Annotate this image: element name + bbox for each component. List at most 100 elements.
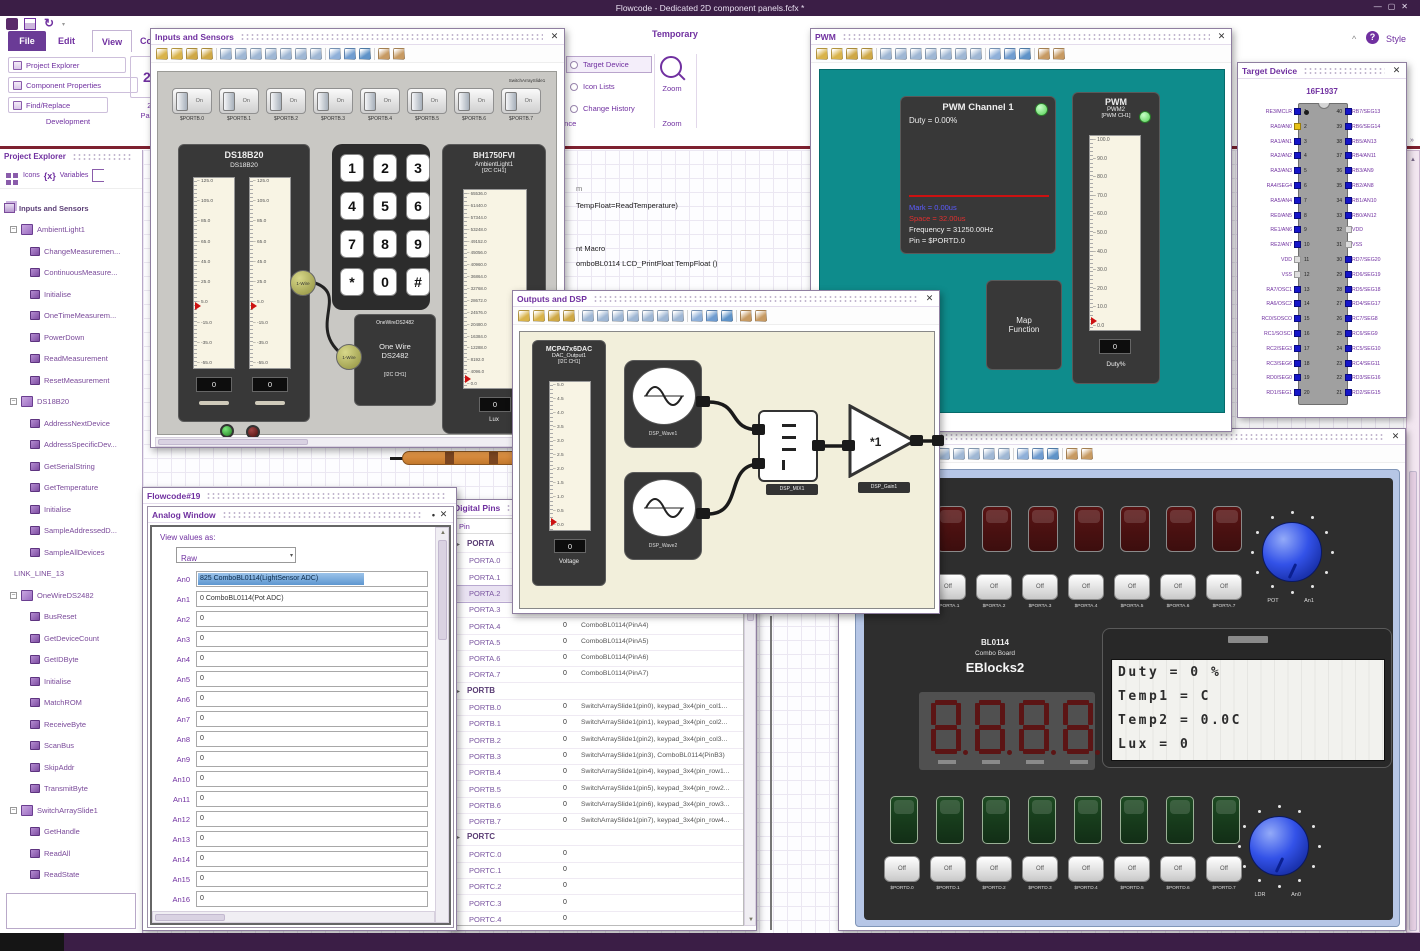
tree-item-PowerDown[interactable]: PowerDown <box>30 327 84 347</box>
pin-pad-left[interactable] <box>1294 137 1301 145</box>
project-explorer-button[interactable]: Project Explorer <box>8 57 126 73</box>
analog-input-An2[interactable]: 0 <box>196 611 428 627</box>
keypad-key-2[interactable]: 2 <box>373 154 397 182</box>
pin-pad-left[interactable] <box>1294 122 1301 130</box>
ldr-knob[interactable] <box>1249 816 1309 876</box>
slide-switch-5[interactable]: On <box>407 88 447 114</box>
digital-row-PORTB.4[interactable]: PORTB.4 0 SwitchArraySlide1(pin4), keypad_… <box>453 765 743 782</box>
toolbar-icon[interactable] <box>310 47 322 60</box>
slide-switch-2[interactable]: On <box>266 88 306 114</box>
keypad-key-3[interactable]: 3 <box>406 154 430 182</box>
analog-input-An0[interactable]: 825 ComboBL0114(LightSensor ADC) <box>196 571 428 587</box>
toolbar-icon[interactable] <box>265 47 277 60</box>
analog-input-An15[interactable]: 0 <box>196 871 428 887</box>
toolbar-icon[interactable] <box>706 309 718 322</box>
toolbar-icon[interactable] <box>968 447 980 460</box>
window-controls[interactable]: —▢✕ <box>1374 2 1414 11</box>
digital-row-PORTA.6[interactable]: PORTA.6 0 ComboBL0114(PinA6) <box>453 651 743 668</box>
toolbar-icon[interactable] <box>156 47 168 60</box>
tree-item-Initialise[interactable]: Initialise <box>30 284 71 304</box>
dsp-wave1-node[interactable]: DSP_Wave1 <box>624 360 702 448</box>
close-icon[interactable]: ✕ <box>1401 2 1414 11</box>
pin-pad-left[interactable] <box>1294 270 1301 278</box>
toolbar-icon[interactable] <box>1019 47 1031 60</box>
toolbar-icon[interactable] <box>548 309 560 322</box>
dsp-wave2-node[interactable]: DSP_Wave2 <box>624 472 702 560</box>
analog-input-An5[interactable]: 0 <box>196 671 428 687</box>
pin-pad-right[interactable] <box>1345 344 1352 352</box>
analog-input-An12[interactable]: 0 <box>196 811 428 827</box>
toolbar-icon[interactable] <box>1004 47 1016 60</box>
keypad-key-#[interactable]: # <box>406 268 430 296</box>
tree-item-SampleAddressedD[interactable]: SampleAddressedD... <box>30 521 117 541</box>
pin-pad-right[interactable] <box>1345 315 1352 323</box>
analog-input-An10[interactable]: 0 <box>196 771 428 787</box>
find-replace-button[interactable]: Find/Replace <box>8 97 108 113</box>
tree-group-OneWireDS2482[interactable]: – OneWireDS2482 <box>10 585 94 605</box>
digital-row-PORTC.2[interactable]: PORTC.2 0 <box>453 879 743 896</box>
pin-pad-right[interactable] <box>1345 374 1352 382</box>
port-a-button-2[interactable]: Off <box>976 574 1012 600</box>
pwm-channel-box[interactable]: PWM Channel 1 Duty = 0.00% Mark = 0.00us… <box>900 96 1056 254</box>
digital-row-PORTB.0[interactable]: PORTB.0 0 SwitchArraySlide1(pin0), keypad_… <box>453 700 743 716</box>
component-properties-button[interactable]: Component Properties <box>8 77 138 93</box>
switch-knob[interactable] <box>411 92 423 111</box>
toolbar-icon[interactable] <box>953 447 965 460</box>
slide-switch-4[interactable]: On <box>360 88 400 114</box>
tree-root[interactable]: Inputs and Sensors <box>4 198 89 218</box>
tree-item-Initialise[interactable]: Initialise <box>30 499 71 519</box>
slide-switch-3[interactable]: On <box>313 88 353 114</box>
pin-icon[interactable]: • <box>429 510 438 520</box>
tree-group-SwitchArraySlide1[interactable]: – SwitchArraySlide1 <box>10 800 98 820</box>
pin-pad-right[interactable] <box>1345 330 1352 337</box>
pin-pad-right[interactable] <box>1345 300 1352 308</box>
digital-row-PORTC.4[interactable]: PORTC.4 0 <box>453 912 743 925</box>
keypad-key-7[interactable]: 7 <box>340 230 364 258</box>
document-tab-temporary[interactable]: Temporary <box>652 29 698 39</box>
tree-expander-icon[interactable]: ▸ <box>457 541 460 548</box>
style-button[interactable]: Style <box>1386 34 1406 44</box>
toolbar-icon[interactable] <box>970 47 982 60</box>
tree-expander-icon[interactable]: – <box>10 591 17 599</box>
toolbar-icon[interactable] <box>220 47 232 60</box>
close-icon[interactable]: ✕ <box>438 509 449 520</box>
pwm-slider-box[interactable]: PWM PWM2 [PWM CH1] ‒ 100.0 ‒ 90.0 ‒ 80.0 ‒ … <box>1072 92 1160 384</box>
digital-row-PORTC.0[interactable]: PORTC.0 0 <box>453 847 743 863</box>
pin-pad-left[interactable] <box>1294 241 1301 249</box>
redo-icon[interactable]: ↻ <box>44 16 54 30</box>
pin-pad-left[interactable] <box>1294 152 1301 160</box>
toolbar-icon[interactable] <box>393 47 405 60</box>
toolbar-icon[interactable] <box>1066 447 1078 460</box>
pin-pad-right[interactable] <box>1345 226 1352 234</box>
variables-label[interactable]: Variables <box>60 172 89 179</box>
close-icon[interactable]: ✕ <box>1216 31 1227 42</box>
tree-item-GetHandle[interactable]: GetHandle <box>30 822 80 842</box>
toolbar-icon[interactable] <box>721 309 733 322</box>
flowcode19-titlebar[interactable]: Flowcode#19 <box>143 488 456 504</box>
toolbar-icon[interactable] <box>582 309 594 322</box>
pin-pad-right[interactable] <box>1345 285 1352 293</box>
toolbar-icon[interactable] <box>816 47 828 60</box>
keypad-key-0[interactable]: 0 <box>373 268 397 296</box>
toolbar-icon[interactable] <box>250 47 262 60</box>
toolbar-icon[interactable] <box>740 309 752 322</box>
project-explorer-caption[interactable]: Project Explorer <box>0 150 142 163</box>
analog-input-An16[interactable]: 0 <box>196 891 428 907</box>
view-mode-dropdown[interactable]: Raw ▾ <box>176 547 296 563</box>
digital-row-PORTA.4[interactable]: PORTA.4 0 ComboBL0114(PinA4) <box>453 619 743 635</box>
port-a-button-6[interactable]: Off <box>1160 574 1196 600</box>
tree-item-GetTemperature[interactable]: GetTemperature <box>30 478 98 498</box>
close-icon[interactable]: ✕ <box>924 293 935 304</box>
tree-item-SkipAddr[interactable]: SkipAddr <box>30 757 74 777</box>
variables-icon[interactable]: {x} <box>44 171 56 181</box>
switch-knob[interactable] <box>270 92 282 111</box>
tree-group-AmbientLight1[interactable]: – AmbientLight1 <box>10 220 85 240</box>
digital-row-PORTC[interactable]: ▸ PORTC <box>453 830 743 847</box>
pin-pad-left[interactable] <box>1294 315 1301 323</box>
toolbar-icon[interactable] <box>344 47 356 60</box>
port-d-button-7[interactable]: Off <box>1206 856 1242 882</box>
toolbar-icon[interactable] <box>846 47 858 60</box>
target-device-titlebar[interactable]: Target Device ✕ <box>1238 63 1406 79</box>
tree-expander-icon[interactable]: – <box>10 398 17 405</box>
port-d-button-4[interactable]: Off <box>1068 856 1104 882</box>
